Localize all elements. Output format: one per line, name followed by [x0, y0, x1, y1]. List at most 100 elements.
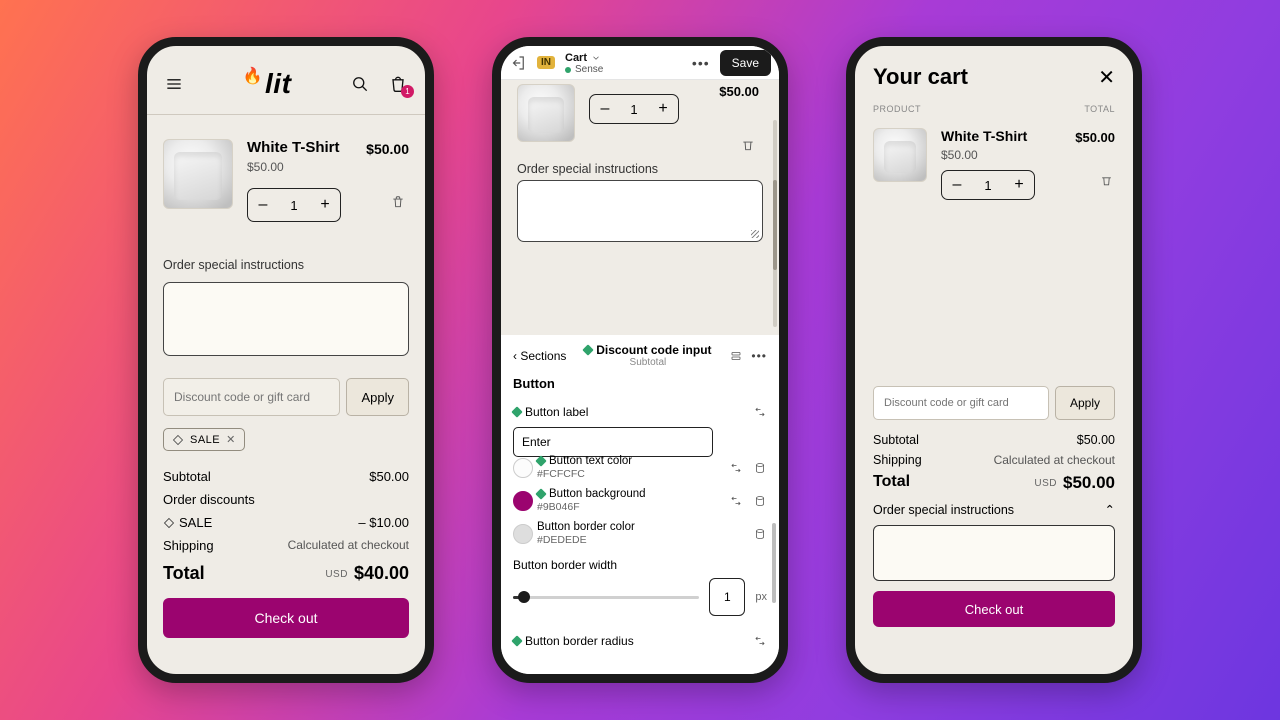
database-icon[interactable]	[753, 494, 767, 508]
cart-icon[interactable]: 1	[387, 73, 409, 95]
remove-item[interactable]	[1100, 174, 1113, 192]
app-block-icon	[583, 344, 594, 355]
qty-decrease[interactable]: –	[248, 196, 278, 214]
menu-icon[interactable]	[163, 73, 185, 95]
more-icon[interactable]: •••	[751, 349, 767, 363]
exit-icon[interactable]	[509, 54, 527, 72]
chevron-up-icon: ⌃	[1105, 502, 1115, 517]
qty-increase[interactable]: +	[648, 100, 678, 118]
border-width-slider[interactable]	[513, 596, 699, 599]
shipping-label: Shipping	[873, 453, 922, 467]
product-thumbnail[interactable]	[163, 139, 233, 209]
osi-toggle[interactable]: Order special instructions⌃	[855, 496, 1133, 521]
bg-value: #9B046F	[537, 501, 646, 513]
remove-chip-icon[interactable]: ✕	[226, 433, 236, 446]
line-price: $50.00	[366, 141, 409, 157]
connect-icon[interactable]	[753, 405, 767, 419]
database-icon[interactable]	[753, 527, 767, 541]
qty-decrease[interactable]: –	[942, 176, 972, 194]
text-color-value: #FCFCFC	[537, 468, 632, 480]
cart-badge: 1	[401, 85, 414, 98]
osi-textarea[interactable]	[873, 525, 1115, 581]
scrollbar[interactable]	[773, 120, 777, 327]
remove-item[interactable]	[741, 138, 755, 157]
connect-icon[interactable]	[753, 634, 767, 648]
dynamic-icon	[511, 635, 522, 646]
checkout-button[interactable]: Check out	[163, 598, 409, 638]
search-icon[interactable]	[349, 73, 371, 95]
quantity-stepper[interactable]: – 1 +	[589, 94, 679, 124]
subtotal-value: $50.00	[369, 469, 409, 484]
scrollbar[interactable]	[772, 523, 776, 603]
status-dot-icon	[565, 67, 571, 73]
discount-chip-label: SALE	[190, 434, 220, 446]
quantity-stepper: – 1 +	[941, 170, 1035, 200]
border-width-label: Button border width	[513, 558, 767, 572]
database-icon[interactable]	[753, 461, 767, 475]
total-value: $40.00	[354, 563, 409, 583]
border-value: #DEDEDE	[537, 534, 635, 546]
subtotal-label: Subtotal	[163, 469, 211, 484]
breadcrumb[interactable]: Cart Sense	[565, 50, 682, 75]
discount-input[interactable]	[163, 378, 340, 416]
color-swatch[interactable]	[513, 524, 533, 544]
layout-icon[interactable]	[729, 349, 743, 363]
remove-item[interactable]	[391, 195, 405, 214]
discount-input[interactable]	[873, 386, 1049, 420]
product-unit-price: $50.00	[247, 160, 341, 174]
unit-label: px	[755, 591, 767, 603]
border-label: Button border color	[537, 521, 635, 533]
checkout-button[interactable]: Check out	[873, 591, 1115, 627]
panel-subtitle: Subtotal	[574, 357, 721, 368]
product-unit-price: $50.00	[941, 148, 1035, 162]
product-thumbnail[interactable]	[873, 128, 927, 182]
editor-topbar: IN Cart Sense ••• Save	[501, 46, 779, 80]
osi-textarea[interactable]	[163, 282, 409, 356]
total-value: $50.00	[1063, 473, 1115, 492]
osi-textarea[interactable]	[517, 180, 763, 242]
dynamic-icon	[511, 406, 522, 417]
qty-decrease[interactable]: –	[590, 100, 620, 118]
back-button[interactable]: ‹ Sections	[513, 349, 566, 363]
currency: USD	[1034, 478, 1057, 489]
settings-panel: ‹ Sections Discount code input Subtotal …	[501, 335, 779, 674]
bg-label: Button background	[549, 488, 646, 500]
color-swatch[interactable]	[513, 491, 533, 511]
cart-line-item: White T-Shirt $50.00 – 1 + $50.00	[855, 120, 1133, 208]
connect-icon[interactable]	[729, 461, 743, 475]
product-name: White T-Shirt	[247, 139, 341, 156]
col-product: PRODUCT	[873, 104, 921, 114]
shipping-value: Calculated at checkout	[994, 453, 1115, 467]
shipping-label: Shipping	[163, 538, 214, 553]
qty-value: 1	[278, 198, 310, 213]
line-price: $50.00	[719, 84, 759, 99]
phone-storefront-cart: 🔥lit 1 White T-Shirt $50.00 – 1 + $50.00…	[138, 37, 434, 683]
subtotal-label: Subtotal	[873, 433, 919, 447]
product-thumbnail	[517, 84, 575, 142]
apply-button[interactable]: Apply	[346, 378, 409, 416]
settings-group-title: Button	[513, 376, 767, 391]
qty-increase[interactable]: +	[310, 196, 340, 214]
more-icon[interactable]: •••	[692, 55, 710, 71]
total-label: Total	[873, 473, 910, 493]
button-label-input[interactable]	[513, 427, 713, 457]
qty-increase[interactable]: +	[1004, 176, 1034, 194]
totals: Subtotal $50.00 Shipping Calculated at che…	[855, 420, 1133, 496]
close-icon[interactable]: ✕	[1098, 65, 1115, 90]
save-button[interactable]: Save	[720, 50, 771, 76]
color-swatch[interactable]	[513, 458, 533, 478]
totals: Subtotal$50.00 Order discounts SALE– $10…	[147, 451, 425, 588]
border-width-input[interactable]: 1	[709, 578, 745, 616]
discount-chip: SALE ✕	[163, 428, 245, 451]
theme-badge: IN	[537, 56, 555, 69]
apply-button[interactable]: Apply	[1055, 386, 1115, 420]
panel-title: Discount code input	[596, 343, 711, 357]
dynamic-icon	[535, 455, 546, 466]
product-name: White T-Shirt	[941, 128, 1035, 144]
connect-icon[interactable]	[729, 494, 743, 508]
dynamic-icon	[535, 488, 546, 499]
subtotal-value: $50.00	[1077, 433, 1115, 447]
osi-label: Order special instructions	[511, 142, 769, 180]
qty-value: 1	[620, 102, 648, 117]
sale-value: – $10.00	[358, 515, 409, 530]
